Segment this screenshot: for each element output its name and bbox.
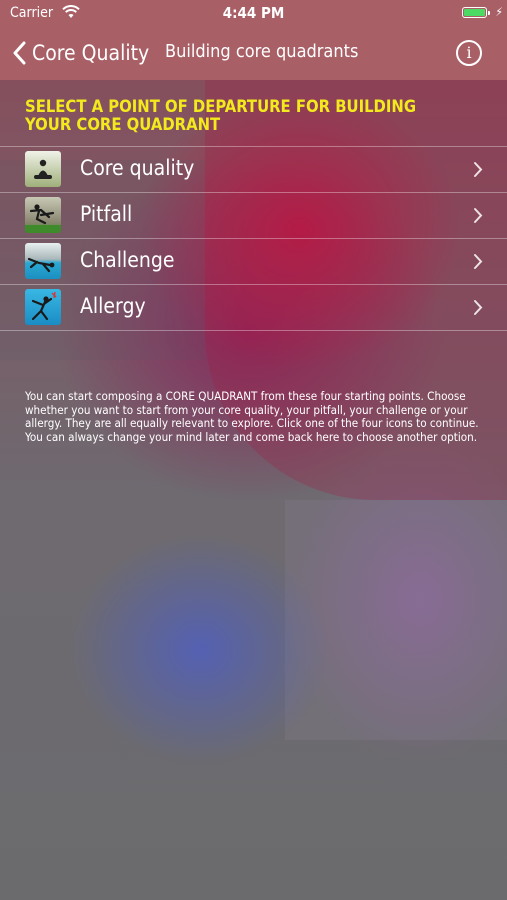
info-icon[interactable]: i [456,40,482,66]
battery-icon [462,7,487,18]
chevron-right-icon [474,208,483,223]
status-time: 4:44 PM [222,4,285,22]
list-item-challenge[interactable]: Challenge [0,239,507,285]
page-title: Building core quadrants [165,41,359,62]
back-button[interactable]: Core Quality [12,36,149,70]
list-item-label: Pitfall [80,202,133,226]
list-item-label: Allergy [80,294,146,318]
chevron-right-icon [474,254,483,269]
starting-point-list: Core quality Pitfall Challenge Allergy [0,146,507,331]
chevron-right-icon [474,300,483,315]
instruction-heading: SELECT A POINT OF DEPARTURE FOR BUILDING… [25,97,417,134]
back-label: Core Quality [32,41,150,65]
list-item-pitfall[interactable]: Pitfall [0,193,507,239]
background-artwork [0,0,507,900]
header: Carrier 4:44 PM ⚡ Core Quality Building … [0,0,507,80]
chevron-right-icon [474,162,483,177]
falling-figure-icon [25,197,61,233]
struggling-figure-icon [25,289,61,325]
list-item-core-quality[interactable]: Core quality [0,147,507,193]
list-item-label: Core quality [80,156,195,180]
description-text: You can start composing a CORE QUADRANT … [25,389,479,444]
meditation-icon [25,151,61,187]
charging-icon: ⚡ [495,5,503,19]
chevron-left-icon [13,41,26,65]
list-item-allergy[interactable]: Allergy [0,285,507,331]
flying-figure-icon [25,243,61,279]
navigation-bar: Core Quality Building core quadrants i [0,28,507,80]
battery-tip [488,11,490,15]
status-bar: Carrier 4:44 PM ⚡ [0,0,507,28]
list-item-label: Challenge [80,248,175,272]
